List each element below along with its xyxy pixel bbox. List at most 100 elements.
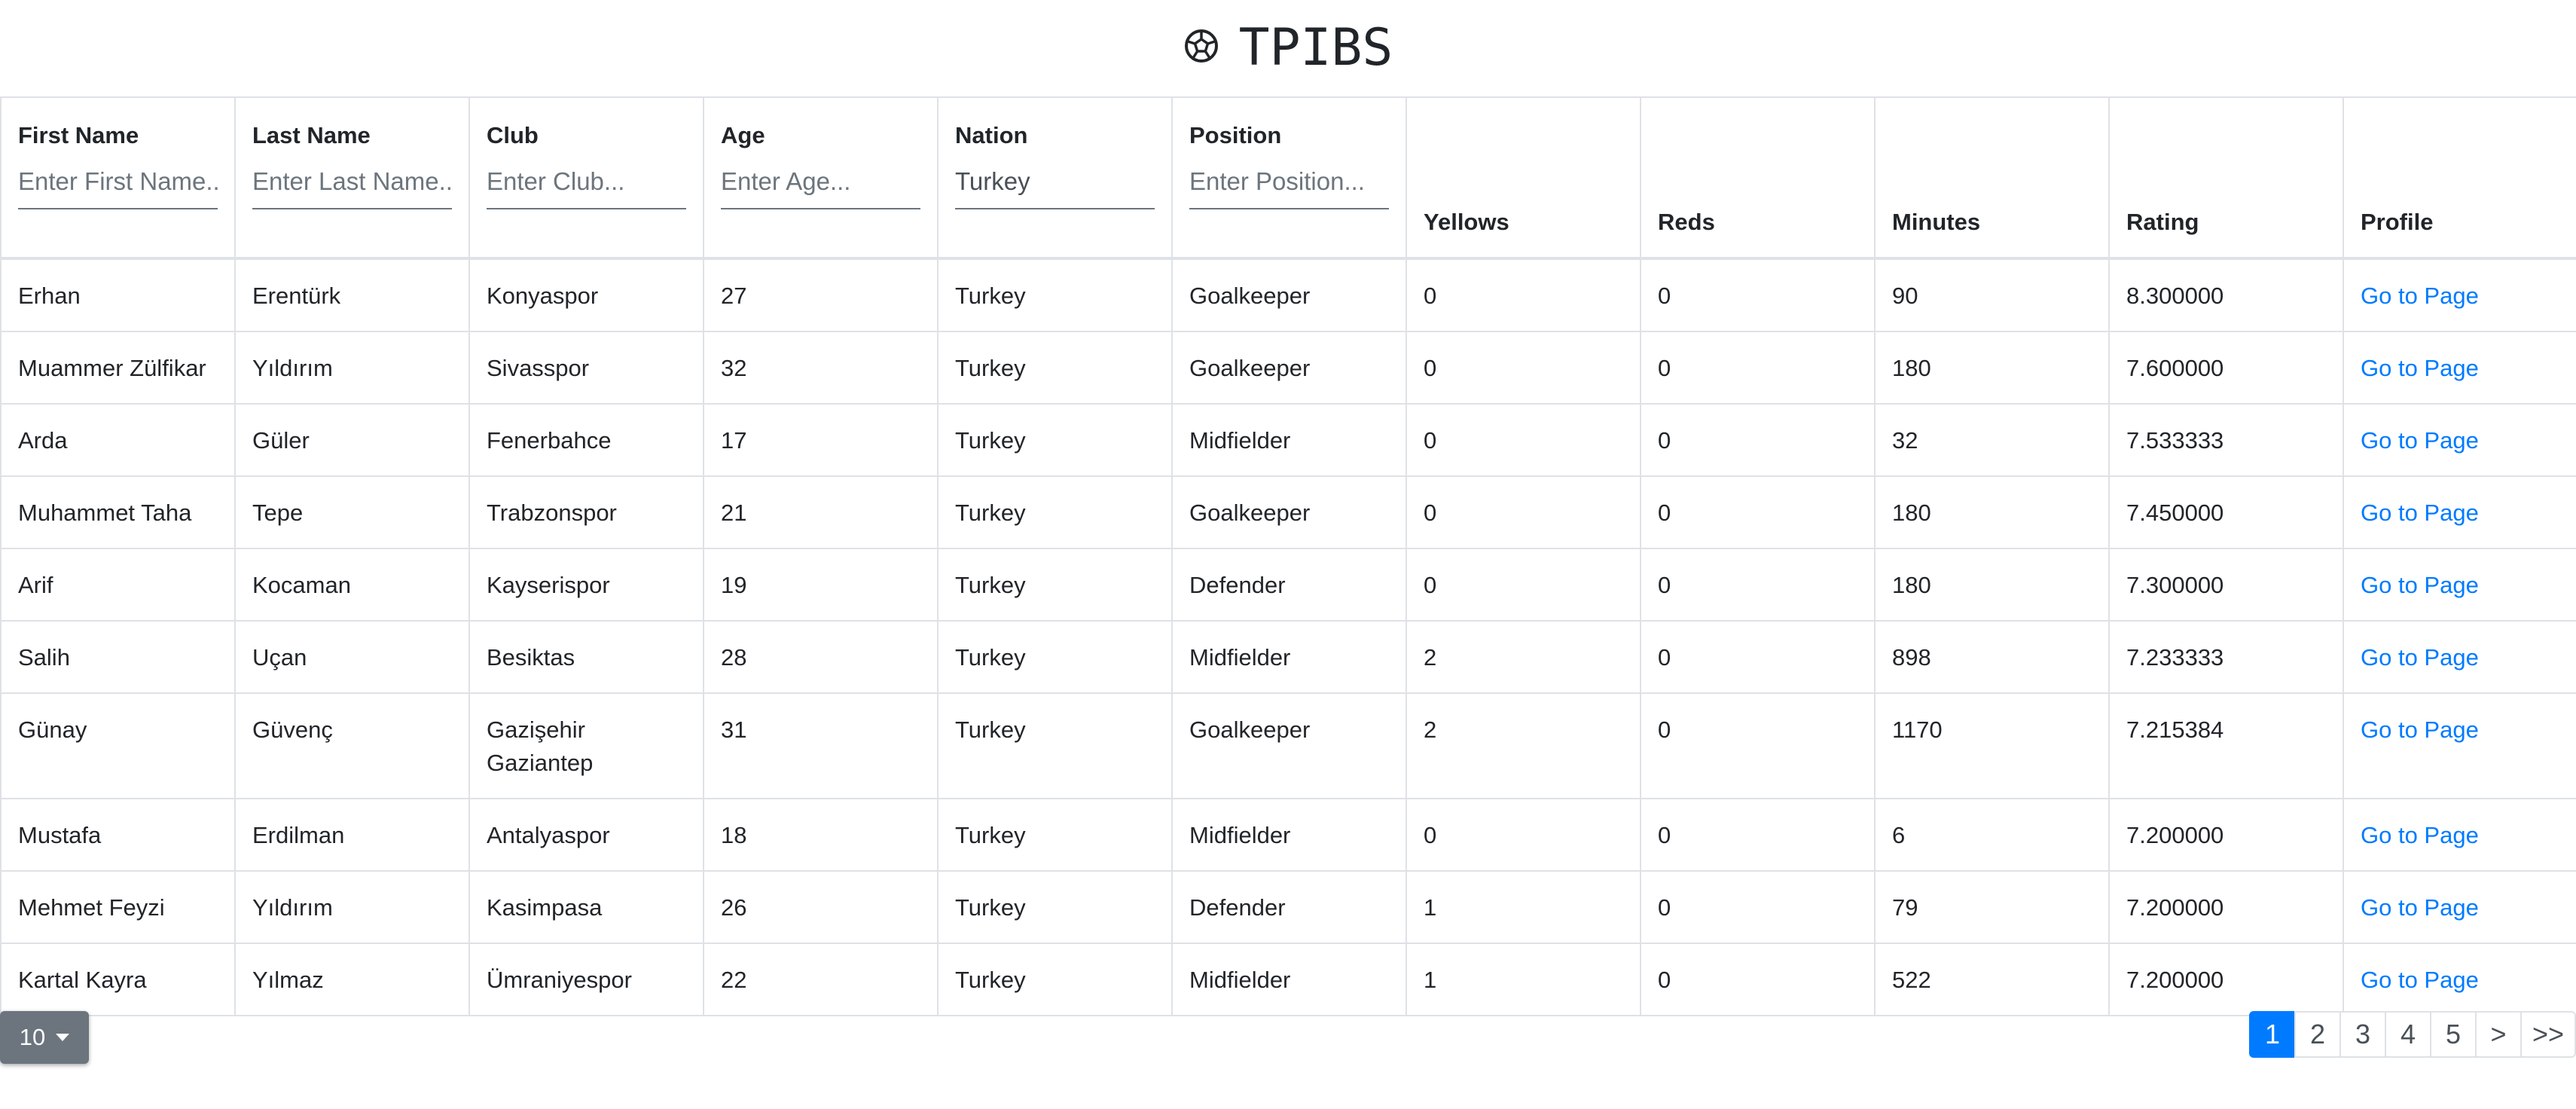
cell-club: Kasimpasa — [469, 870, 704, 944]
page-button-4[interactable]: 4 — [2384, 1011, 2431, 1058]
position-filter-input[interactable] — [1189, 163, 1389, 209]
cell-last-name: Erentürk — [234, 258, 470, 332]
cell-age: 32 — [703, 331, 939, 405]
profile-link[interactable]: Go to Page — [2361, 427, 2479, 454]
cell-last-name: Uçan — [234, 620, 470, 694]
column-header-first-name[interactable]: First Name — [0, 96, 236, 260]
cell-rating: 7.300000 — [2108, 548, 2344, 622]
first-name-filter-input[interactable] — [18, 163, 218, 209]
column-label-profile: Profile — [2361, 209, 2434, 235]
profile-link[interactable]: Go to Page — [2361, 572, 2479, 598]
profile-link[interactable]: Go to Page — [2361, 967, 2479, 993]
cell-age: 27 — [703, 258, 939, 332]
column-header-age[interactable]: Age — [703, 96, 939, 260]
profile-link[interactable]: Go to Page — [2361, 894, 2479, 921]
column-label-yellows: Yellows — [1424, 209, 1509, 235]
cell-first-name: Erhan — [0, 258, 236, 332]
column-header-reds[interactable]: Reds — [1640, 96, 1876, 260]
cell-yellows: 0 — [1406, 258, 1641, 332]
nation-filter-input[interactable] — [955, 163, 1155, 209]
age-filter-input[interactable] — [721, 163, 920, 209]
cell-reds: 0 — [1640, 620, 1876, 694]
profile-link[interactable]: Go to Page — [2361, 355, 2479, 381]
column-header-position[interactable]: Position — [1171, 96, 1407, 260]
column-label-club: Club — [487, 122, 539, 148]
page-button-3[interactable]: 3 — [2339, 1011, 2386, 1058]
club-filter-input[interactable] — [487, 163, 686, 209]
cell-position: Goalkeeper — [1171, 258, 1407, 332]
column-header-club[interactable]: Club — [469, 96, 704, 260]
cell-minutes: 180 — [1874, 548, 2110, 622]
column-header-rating[interactable]: Rating — [2108, 96, 2344, 260]
column-label-rating: Rating — [2126, 209, 2199, 235]
cell-rating: 7.233333 — [2108, 620, 2344, 694]
cell-nation: Turkey — [937, 475, 1173, 549]
cell-last-name: Güler — [234, 403, 470, 477]
app-title-text: TPIBS — [1238, 18, 1393, 78]
cell-position: Midfielder — [1171, 942, 1407, 1016]
header-row: First Name Last Name Club Age Nation Position… — [0, 96, 2576, 260]
cell-reds: 0 — [1640, 403, 1876, 477]
table-row: Muammer Zülfikar Yıldırım Sivasspor 32 Turke… — [0, 331, 2576, 405]
cell-reds: 0 — [1640, 475, 1876, 549]
page-button-1[interactable]: 1 — [2248, 1011, 2296, 1058]
cell-reds: 0 — [1640, 870, 1876, 944]
cell-nation: Turkey — [937, 331, 1173, 405]
cell-minutes: 522 — [1874, 942, 2110, 1016]
cell-rating: 7.215384 — [2108, 692, 2344, 799]
cell-last-name: Tepe — [234, 475, 470, 549]
cell-minutes: 79 — [1874, 870, 2110, 944]
column-header-profile[interactable]: Profile — [2343, 96, 2576, 260]
cell-minutes: 180 — [1874, 331, 2110, 405]
cell-nation: Turkey — [937, 403, 1173, 477]
column-label-age: Age — [721, 122, 765, 148]
column-header-last-name[interactable]: Last Name — [234, 96, 470, 260]
profile-link[interactable]: Go to Page — [2361, 283, 2479, 309]
next-page-button[interactable]: > — [2474, 1011, 2522, 1058]
cell-rating: 7.200000 — [2108, 870, 2344, 944]
cell-nation: Turkey — [937, 870, 1173, 944]
last-name-filter-input[interactable] — [252, 163, 452, 209]
cell-rating: 7.200000 — [2108, 798, 2344, 872]
cell-profile: Go to Page — [2343, 870, 2576, 944]
cell-position: Midfielder — [1171, 798, 1407, 872]
cell-position: Goalkeeper — [1171, 692, 1407, 799]
rows-per-page-value: 10 — [19, 1024, 46, 1050]
table-row: Salih Uçan Besiktas 28 Turkey Midfielder 2 0 898… — [0, 620, 2576, 694]
profile-link[interactable]: Go to Page — [2361, 644, 2479, 671]
cell-rating: 8.300000 — [2108, 258, 2344, 332]
cell-yellows: 0 — [1406, 475, 1641, 549]
cell-minutes: 898 — [1874, 620, 2110, 694]
column-header-nation[interactable]: Nation — [937, 96, 1173, 260]
profile-link[interactable]: Go to Page — [2361, 500, 2479, 526]
cell-first-name: Muhammet Taha — [0, 475, 236, 549]
last-page-button[interactable]: >> — [2520, 1011, 2576, 1058]
table-row: Erhan Erentürk Konyaspor 27 Turkey Goalkeeper… — [0, 258, 2576, 332]
cell-club: Besiktas — [469, 620, 704, 694]
column-header-yellows[interactable]: Yellows — [1406, 96, 1641, 260]
profile-link[interactable]: Go to Page — [2361, 822, 2479, 848]
cell-reds: 0 — [1640, 942, 1876, 1016]
cell-minutes: 6 — [1874, 798, 2110, 872]
cell-yellows: 1 — [1406, 870, 1641, 944]
rows-per-page-dropdown[interactable]: 10 — [0, 1011, 89, 1064]
profile-link[interactable]: Go to Page — [2361, 716, 2479, 743]
cell-reds: 0 — [1640, 258, 1876, 332]
cell-first-name: Günay — [0, 692, 236, 799]
page-button-2[interactable]: 2 — [2294, 1011, 2341, 1058]
cell-last-name: Erdilman — [234, 798, 470, 872]
cell-last-name: Yıldırım — [234, 331, 470, 405]
cell-position: Defender — [1171, 870, 1407, 944]
cell-first-name: Muammer Zülfikar — [0, 331, 236, 405]
cell-club: Konyaspor — [469, 258, 704, 332]
cell-age: 22 — [703, 942, 939, 1016]
page-button-5[interactable]: 5 — [2429, 1011, 2477, 1058]
cell-position: Defender — [1171, 548, 1407, 622]
page: TPIBS First Name Last Name Club Age Nation Po… — [0, 0, 2576, 1109]
cell-age: 26 — [703, 870, 939, 944]
table-row: Günay Güvenç Gazişehir Gaziantep 31 Turkey Go… — [0, 692, 2576, 799]
cell-last-name: Kocaman — [234, 548, 470, 622]
cell-nation: Turkey — [937, 258, 1173, 332]
app-title: TPIBS — [0, 14, 2576, 83]
column-header-minutes[interactable]: Minutes — [1874, 96, 2110, 260]
